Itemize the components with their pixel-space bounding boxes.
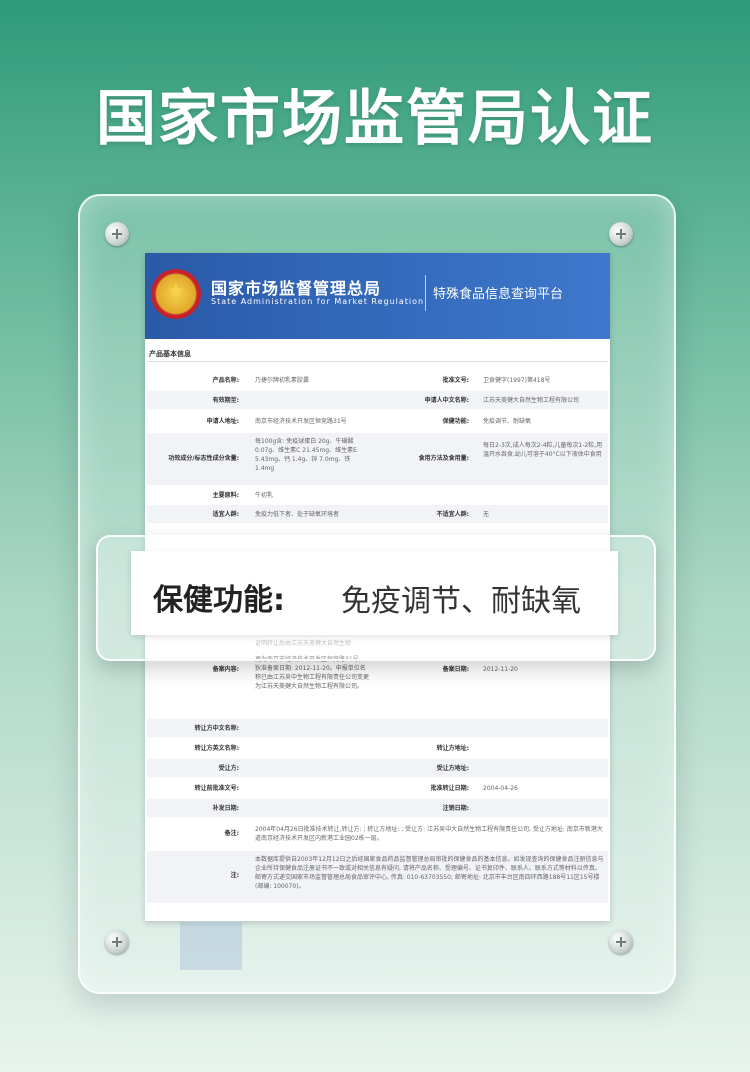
row-label: 转让方地址: [436, 745, 469, 752]
row-value: 牛初乳 [255, 492, 274, 499]
callout-card: 保健功能: 免疫调节、耐缺氧 [131, 551, 618, 635]
row-label: 批准转让日期: [430, 785, 469, 792]
screw-icon [609, 222, 633, 246]
row-value: 每日2-3次,成人每次2-4粒,儿童每次1-2粒,用温开水吞食,幼儿可溶于40°… [483, 442, 603, 458]
row-label: 注销日期: [442, 805, 469, 812]
table-row: 备注: 2004年04月26日批准技术转让,转让方: ; 转让方地址: ; 受让… [147, 819, 608, 849]
section-divider [147, 361, 608, 362]
callout-value: 免疫调节、耐缺氧 [341, 584, 581, 619]
screw-icon [105, 222, 129, 246]
row-label: 批准文号: [442, 377, 469, 384]
row-label: 功效成分/标志性成分含量: [168, 455, 239, 462]
org-name-cn: 国家市场监督管理总局 [211, 279, 382, 298]
table-row: 转让方中文名称: [147, 719, 608, 737]
table-row: 补发日期: 注销日期: [147, 799, 608, 817]
table-row: 功效成分/标志性成分含量: 每100g含: 免疫球蛋白 20g、牛磺酸 0.07… [147, 433, 608, 485]
row-label: 适宜人群: [212, 511, 239, 518]
row-value: 无 [483, 511, 490, 518]
row-value: 2004-04-26 [483, 785, 518, 792]
row-label: 有效期至: [212, 397, 239, 404]
row-label: 申请人地址: [206, 418, 239, 425]
platform-name: 特殊食品信息查询平台 [433, 287, 564, 302]
row-value: 免疫力低下者、处于缺氧环境者 [255, 511, 340, 518]
row-value: 乃捷尔牌初乳素胶囊 [255, 377, 310, 384]
table-row: 转让方英文名称: 转让方地址: [147, 739, 608, 757]
national-emblem-icon: ★ [151, 269, 201, 319]
row-label: 注: [230, 872, 239, 879]
header-divider [425, 275, 426, 311]
headline: 国家市场监管局认证 [96, 84, 654, 154]
row-value: 2012-11-20 [483, 666, 518, 673]
row-value: 2004年04月26日批准技术转让,转让方: ; 转让方地址: ; 受让方: 江… [255, 826, 603, 842]
row-value: 本数据库提供自2003年12月12日之后经国家食品药品监督管理总局审批的保健食品… [255, 856, 604, 890]
row-label: 受让方: [218, 765, 239, 772]
row-label: 补发日期: [212, 805, 239, 812]
row-label: 申请人中文名称: [424, 397, 469, 404]
faded-reflection [180, 922, 242, 970]
row-label: 主要原料: [212, 492, 239, 499]
table-row: 产品名称: 乃捷尔牌初乳素胶囊 批准文号: 卫食健字(1997)第418号 [147, 371, 608, 389]
row-label: 保健功能: [442, 418, 469, 425]
table-row: 注: 本数据库提供自2003年12月12日之后经国家食品药品监督管理总局审批的保… [147, 851, 608, 903]
screw-icon [609, 930, 633, 954]
callout-label: 保健功能: [153, 583, 285, 618]
org-name-en: State Administration for Market Regulati… [211, 297, 425, 306]
row-label: 受让方地址: [436, 765, 469, 772]
row-value: 江苏天美健大自然生物工程有限公司 [483, 397, 580, 404]
row-label: 食用方法及食用量: [418, 455, 469, 462]
row-label: 不适宜人群: [436, 511, 469, 518]
row-label: 产品名称: [212, 377, 239, 384]
table-row: 有效期至: 申请人中文名称: 江苏天美健大自然生物工程有限公司 [147, 391, 608, 409]
row-value: 免疫调节、耐缺氧 [483, 418, 532, 425]
row-label: 备案日期: [442, 666, 469, 673]
row-label: 转让方中文名称: [194, 725, 239, 732]
row-value: 卫食健字(1997)第418号 [483, 377, 551, 384]
table-row: 受让方: 受让方地址: [147, 759, 608, 777]
row-label: 备注: [224, 830, 239, 837]
row-value: 每100g含: 免疫球蛋白 20g、牛磺酸 0.07g、维生素C 21.45mg… [255, 438, 357, 472]
table-row: 申请人地址: 南京市经济技术开发区恒竞路31号 保健功能: 免疫调节、耐缺氧 [147, 411, 608, 431]
row-label: 转让前批准文号: [194, 785, 239, 792]
screw-icon [105, 930, 129, 954]
doc-header: ★ 国家市场监督管理总局 State Administration for Ma… [145, 253, 610, 339]
table-row: 主要原料: 牛初乳 [147, 487, 608, 503]
section-title: 产品基本信息 [149, 350, 191, 358]
table-row: 转让前批准文号: 批准转让日期: 2004-04-26 [147, 779, 608, 797]
row-label: 备案内容: [212, 666, 239, 673]
row-value: 南京市经济技术开发区恒竞路31号 [255, 418, 347, 425]
table-row: 适宜人群: 免疫力低下者、处于缺氧环境者 不适宜人群: 无 [147, 505, 608, 523]
row-label: 转让方英文名称: [194, 745, 239, 752]
